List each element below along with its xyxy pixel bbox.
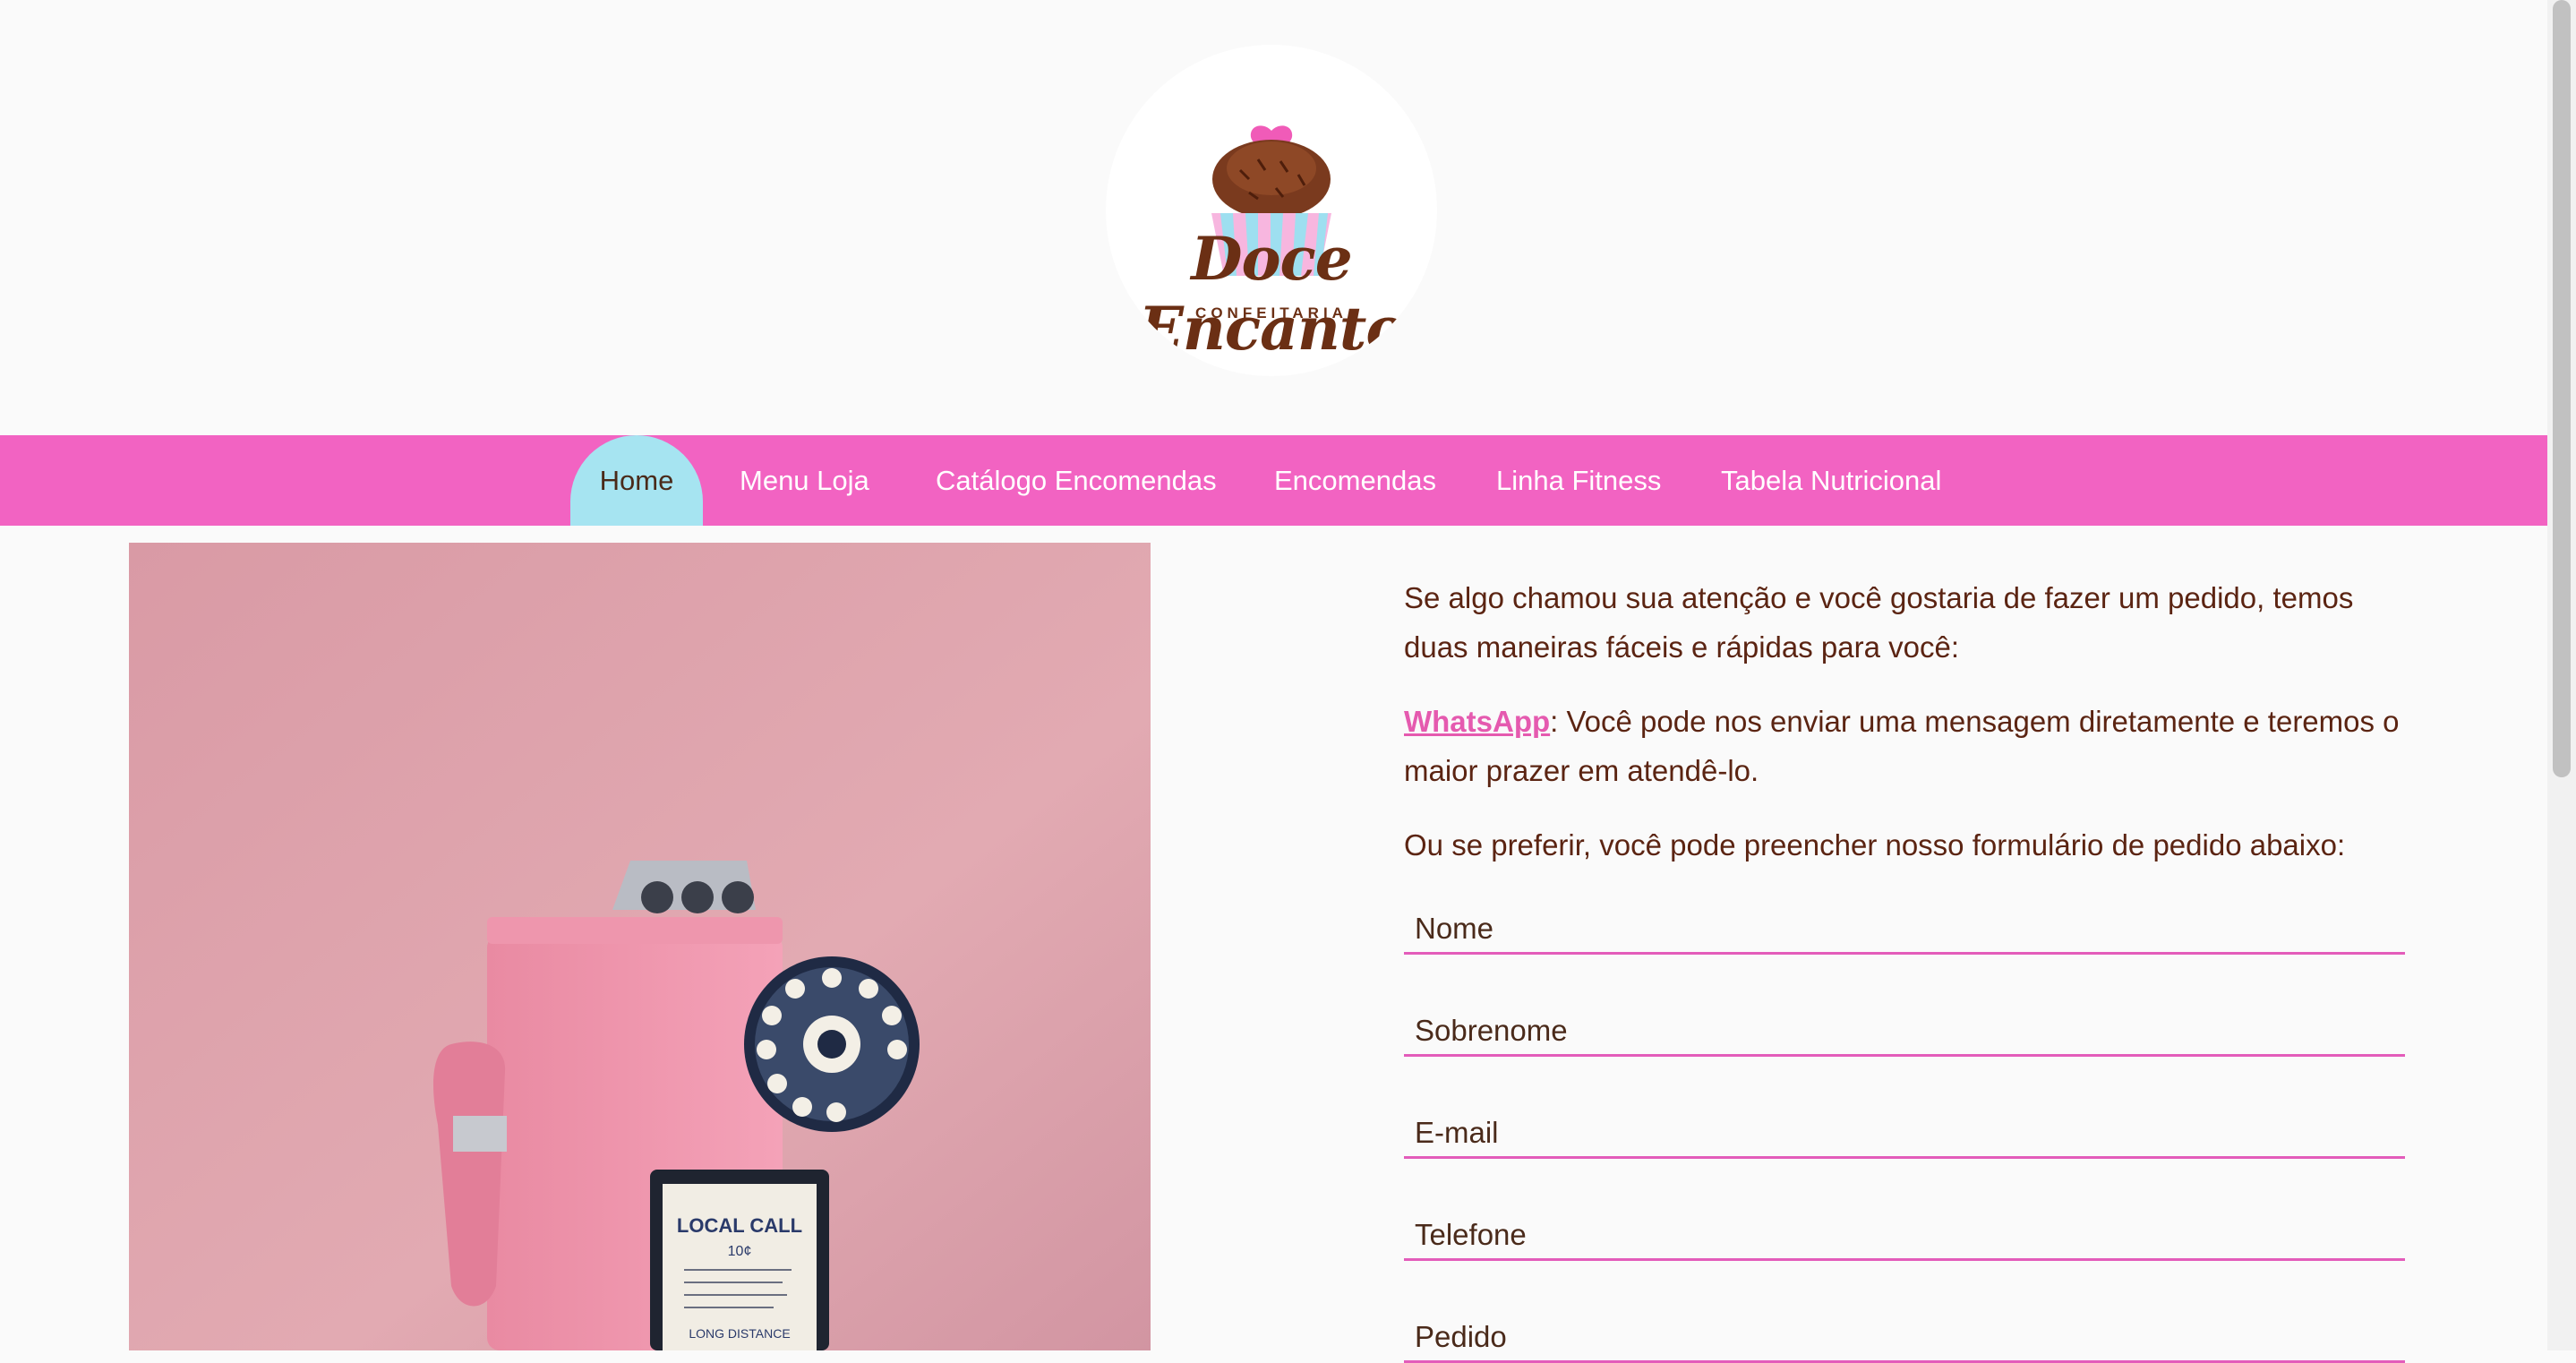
nav-item-home[interactable]: Home [570, 435, 703, 526]
form-intro-text: Ou se preferir, você pode preencher noss… [1404, 828, 2346, 862]
brand-name: Doce Encanto [1138, 224, 1406, 364]
first-name-field[interactable] [1404, 904, 2405, 955]
nav-item-linha-fitness[interactable]: Linha Fitness [1496, 435, 1661, 526]
main-nav: Home Menu Loja Catálogo Encomendas Encom… [0, 435, 2547, 526]
nav-item-menu-loja[interactable]: Menu Loja [740, 435, 869, 526]
phone-field[interactable] [1404, 1211, 2405, 1261]
hero-image: LOCAL CALL 10¢ LONG DISTANCE [129, 543, 1151, 1350]
order-info: Se algo chamou sua atenção e você gostar… [1404, 573, 2405, 895]
nav-item-encomendas[interactable]: Encomendas [1274, 435, 1436, 526]
last-name-field[interactable] [1404, 1007, 2405, 1057]
vertical-scrollbar[interactable] [2547, 0, 2576, 1350]
whatsapp-text: : Você pode nos enviar uma mensagem dire… [1404, 705, 2400, 787]
sign-price: 10¢ [728, 1244, 752, 1259]
email-field[interactable] [1404, 1109, 2405, 1159]
whatsapp-link[interactable]: WhatsApp [1404, 705, 1550, 738]
nav-item-catalogo-encomendas[interactable]: Catálogo Encomendas [936, 435, 1217, 526]
brand-logo[interactable]: Doce Encanto CONFEITARIA [1106, 45, 1437, 376]
site-header: Doce Encanto CONFEITARIA [0, 0, 2547, 435]
order-field[interactable] [1404, 1313, 2405, 1363]
pink-payphone-image: LOCAL CALL 10¢ LONG DISTANCE [129, 543, 1151, 1350]
nav-item-tabela-nutricional[interactable]: Tabela Nutricional [1721, 435, 1941, 526]
sign-title: LOCAL CALL [677, 1214, 802, 1237]
intro-text: Se algo chamou sua atenção e você gostar… [1404, 581, 2354, 664]
whatsapp-paragraph: WhatsApp: Você pode nos enviar uma mensa… [1404, 697, 2405, 795]
sign-footer: LONG DISTANCE [689, 1326, 790, 1341]
scrollbar-thumb[interactable] [2553, 0, 2571, 777]
brand-tagline: CONFEITARIA [1195, 304, 1348, 321]
